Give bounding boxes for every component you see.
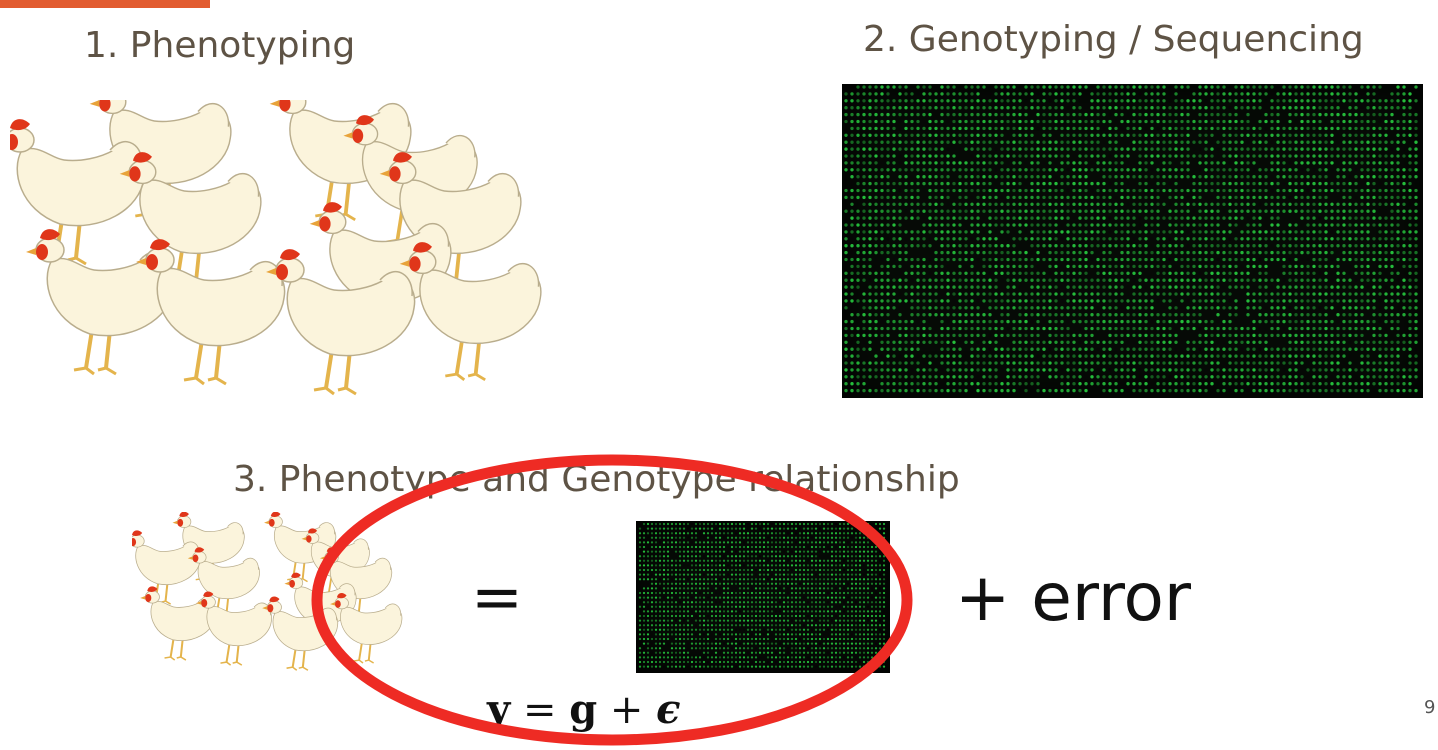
formula-equals: = — [522, 687, 557, 733]
chicken-flock-icon — [10, 100, 542, 396]
formula-plus: + — [609, 687, 644, 733]
plus-error-term: + error — [955, 559, 1192, 636]
step-genotyping-title: 2. Genotyping / Sequencing — [863, 19, 1364, 60]
step-phenotyping-title: 1. Phenotyping — [84, 25, 356, 66]
formula-g: g — [569, 686, 598, 733]
formula-epsilon: ϵ — [656, 686, 681, 733]
genotype-matrix-icon — [842, 84, 1423, 398]
page-number: 9 — [1424, 697, 1436, 718]
header-accent-bar — [0, 0, 210, 8]
slide: 1. Phenotyping 2. Genotyping / Sequencin… — [0, 0, 1438, 750]
equals-sign: = — [471, 560, 523, 633]
model-formula: y = g + ϵ — [487, 687, 680, 733]
step-relationship-title: 3. Phenotype and Genotype relationship — [233, 459, 960, 500]
genotype-matrix-small-icon — [636, 521, 890, 673]
formula-y: y — [487, 686, 511, 733]
chicken-flock-small-icon — [132, 512, 403, 671]
